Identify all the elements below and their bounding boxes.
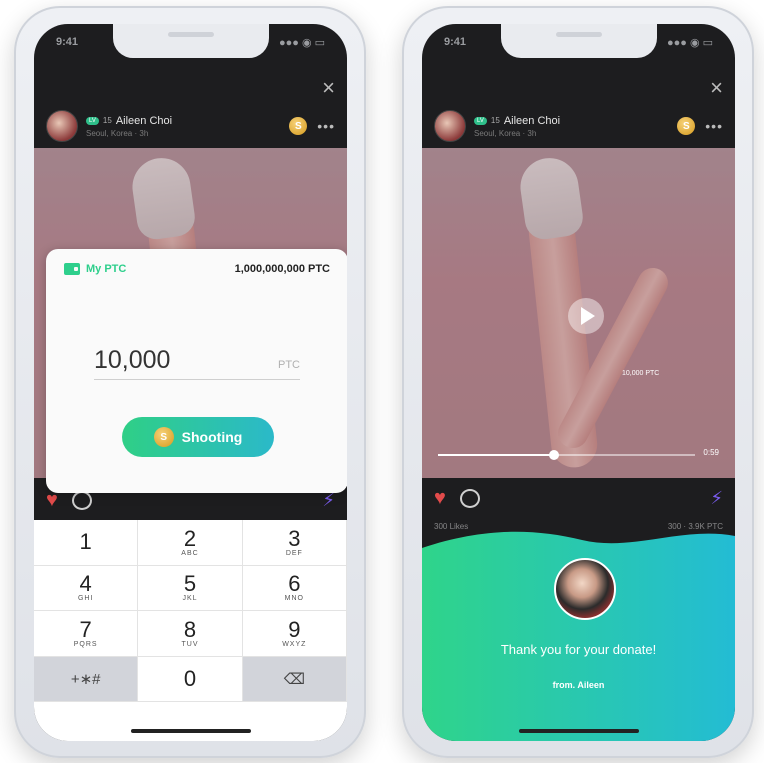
action-row: ♥ ⚡ bbox=[422, 478, 735, 518]
key-9[interactable]: 9 WXYZ bbox=[242, 611, 347, 657]
post-stats: 300 Likes 300 · 3.9K PTC bbox=[434, 522, 723, 531]
status-icons: ●●● ◉ ▭ bbox=[666, 37, 713, 49]
shooting-button[interactable]: S Shooting bbox=[122, 417, 274, 457]
avatar[interactable] bbox=[46, 110, 78, 142]
ptc-overlay-text: 10,000 PTC bbox=[622, 370, 660, 377]
bolt-icon[interactable]: ⚡ bbox=[710, 488, 723, 509]
key-digit: 1 bbox=[79, 529, 92, 555]
ptc-count: 300 · 3.9K PTC bbox=[667, 522, 723, 531]
close-icon[interactable]: × bbox=[322, 77, 335, 99]
likes-count: 300 Likes bbox=[434, 522, 469, 531]
amount-value: 10,000 bbox=[94, 346, 171, 374]
status-time: 9:41 bbox=[56, 36, 79, 48]
key-6[interactable]: 6 MNO bbox=[242, 565, 347, 611]
wallet-balance: 1,000,000,000 PTC bbox=[234, 263, 330, 275]
shooting-label: Shooting bbox=[181, 429, 243, 445]
key-letters: JKL bbox=[182, 595, 198, 603]
key-digit: 4 bbox=[79, 571, 92, 597]
right-phone-frame: 9:41 ●●● ◉ ▭ × LV 15 Aileen Choi Seoul, … bbox=[402, 6, 754, 758]
post-header: LV 15 Aileen Choi Seoul, Korea · 3h S ••… bbox=[434, 108, 723, 144]
user-location: Seoul, Korea · 3h bbox=[86, 128, 149, 138]
progress-knob[interactable] bbox=[548, 450, 559, 460]
close-icon[interactable]: × bbox=[710, 77, 723, 99]
comment-icon[interactable] bbox=[459, 488, 480, 508]
more-icon[interactable]: ••• bbox=[705, 118, 723, 134]
key-digit: 2 bbox=[183, 525, 197, 551]
coin-icon[interactable]: S bbox=[289, 117, 308, 135]
left-screen: 9:41 ●●● ◉ ▭ × LV 15 Aileen Choi Seoul, … bbox=[34, 24, 347, 741]
key-3[interactable]: 3 DEF bbox=[242, 520, 347, 566]
key-digit: 0 bbox=[183, 665, 197, 691]
key-digit: 7 bbox=[79, 616, 92, 642]
home-indicator[interactable] bbox=[518, 729, 639, 733]
level-number: 15 bbox=[102, 116, 112, 125]
right-screen: 9:41 ●●● ◉ ▭ × LV 15 Aileen Choi Seoul, … bbox=[422, 24, 735, 741]
numeric-keypad: 1 2 ABC 3 DEF 4 GHI 5 JKL 6 MNO 7 PQRS 8 TUV 9W… bbox=[34, 520, 347, 702]
coin-icon: S bbox=[153, 427, 174, 447]
key-letters: MNO bbox=[284, 595, 304, 603]
level-badge: LV bbox=[86, 116, 99, 125]
notch bbox=[112, 24, 269, 58]
backspace-icon: ⌫ bbox=[283, 670, 305, 688]
key-digit: 8 bbox=[183, 616, 197, 642]
key-letters: PQRS bbox=[73, 640, 98, 648]
donation-wave-panel bbox=[422, 531, 735, 741]
play-icon[interactable] bbox=[568, 298, 604, 334]
left-phone-frame: 9:41 ●●● ◉ ▭ × LV 15 Aileen Choi Seoul, … bbox=[14, 6, 366, 758]
coin-icon[interactable]: S bbox=[677, 117, 696, 135]
key-0[interactable]: 0 bbox=[138, 656, 243, 702]
key-7[interactable]: 7 PQRS bbox=[34, 611, 139, 657]
wallet-icon bbox=[64, 263, 80, 275]
donor-avatar bbox=[554, 558, 616, 620]
backspace-key[interactable]: ⌫ bbox=[242, 656, 347, 702]
key-4[interactable]: 4 GHI bbox=[34, 565, 139, 611]
status-time: 9:41 bbox=[444, 36, 467, 48]
key-symbols-label: +∗# bbox=[70, 670, 101, 688]
level-number: 15 bbox=[490, 116, 500, 125]
key-5[interactable]: 5 JKL bbox=[138, 565, 243, 611]
status-icons: ●●● ◉ ▭ bbox=[278, 37, 325, 49]
level-badge: LV bbox=[474, 116, 487, 125]
home-indicator[interactable] bbox=[130, 729, 251, 733]
speaker-grille bbox=[555, 32, 602, 37]
key-digit: 5 bbox=[183, 571, 197, 597]
key-1[interactable]: 1 bbox=[34, 520, 139, 566]
heart-icon[interactable]: ♥ bbox=[434, 487, 446, 510]
key-digit: 6 bbox=[288, 571, 301, 597]
amount-unit: PTC bbox=[278, 359, 300, 371]
avatar[interactable] bbox=[434, 110, 466, 142]
thank-you-message: Thank you for your donate! bbox=[500, 642, 657, 657]
comment-icon[interactable] bbox=[71, 490, 92, 510]
speaker-grille bbox=[167, 32, 214, 37]
key-digit: 3 bbox=[288, 525, 301, 551]
key-symbols[interactable]: +∗# bbox=[34, 656, 139, 702]
key-letters: GHI bbox=[77, 595, 94, 603]
video-progress-bar[interactable] bbox=[438, 450, 695, 460]
more-icon[interactable]: ••• bbox=[317, 118, 335, 134]
key-2[interactable]: 2 ABC bbox=[138, 520, 243, 566]
key-letters: WXYZ bbox=[282, 640, 307, 648]
donation-modal: My PTC 1,000,000,000 PTC 10,000 PTC S Sh… bbox=[46, 249, 347, 493]
key-letters: DEF bbox=[285, 549, 303, 557]
keypad-footer bbox=[34, 702, 347, 741]
key-letters: ABC bbox=[181, 549, 199, 557]
donor-name: from. Aileen bbox=[552, 680, 605, 690]
video-time: 0:59 bbox=[703, 448, 719, 457]
key-8[interactable]: 8 TUV bbox=[138, 611, 243, 657]
progress-fill bbox=[438, 454, 554, 456]
key-digit: 9 bbox=[288, 616, 301, 642]
amount-field[interactable]: 10,000 PTC bbox=[94, 341, 300, 380]
key-letters: TUV bbox=[181, 640, 199, 648]
user-name[interactable]: Aileen Choi bbox=[116, 115, 172, 127]
post-video[interactable]: 10,000 PTC 0:59 bbox=[422, 148, 735, 478]
user-name[interactable]: Aileen Choi bbox=[504, 115, 560, 127]
post-header: LV 15 Aileen Choi Seoul, Korea · 3h S ••… bbox=[46, 108, 335, 144]
wallet-label: My PTC bbox=[86, 263, 127, 275]
user-location: Seoul, Korea · 3h bbox=[474, 128, 537, 138]
notch bbox=[500, 24, 657, 58]
